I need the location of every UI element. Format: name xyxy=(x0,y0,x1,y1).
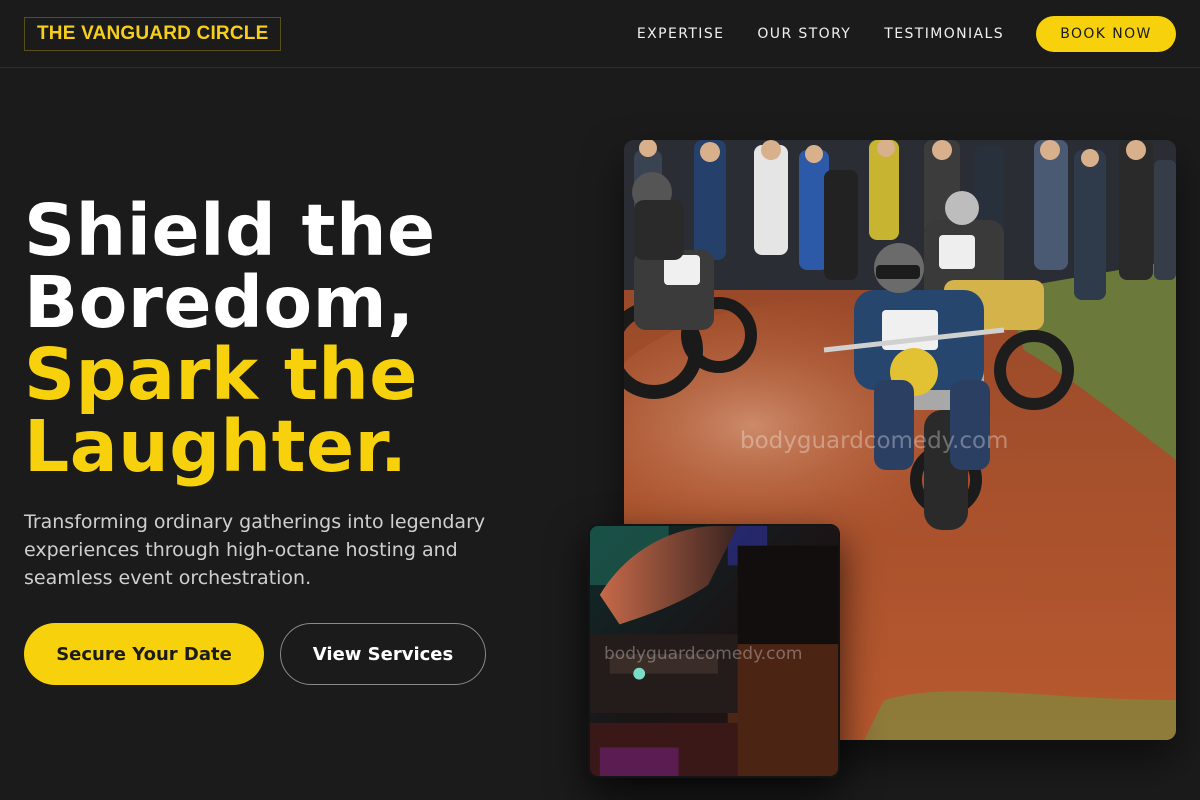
hero-inset-photo xyxy=(588,524,840,778)
main-nav: EXPERTISE OUR STORY TESTIMONIALS BOOK NO… xyxy=(637,16,1176,52)
hero-title-line-2: Boredom, xyxy=(24,261,415,344)
nav-link-our-story[interactable]: OUR STORY xyxy=(757,26,851,42)
brand-logo[interactable]: THE VANGUARD CIRCLE xyxy=(24,17,282,51)
hero-title-accent-line-1: Spark the xyxy=(24,333,418,416)
dj-deck-image xyxy=(590,526,838,776)
hero-description: Transforming ordinary gatherings into le… xyxy=(24,511,486,589)
nav-link-expertise[interactable]: EXPERTISE xyxy=(637,26,724,42)
site-header: THE VANGUARD CIRCLE EXPERTISE OUR STORY … xyxy=(0,0,1200,68)
book-now-button[interactable]: BOOK NOW xyxy=(1036,16,1176,52)
hero-title-accent-line-2: Laughter. xyxy=(24,405,408,488)
view-services-button[interactable]: View Services xyxy=(280,623,486,685)
nav-link-testimonials[interactable]: TESTIMONIALS xyxy=(884,26,1004,42)
hero-title: Shield the Boredom, Spark the Laughter. xyxy=(24,195,584,483)
secure-your-date-button[interactable]: Secure Your Date xyxy=(24,623,264,685)
hero-title-line-1: Shield the xyxy=(24,189,436,272)
